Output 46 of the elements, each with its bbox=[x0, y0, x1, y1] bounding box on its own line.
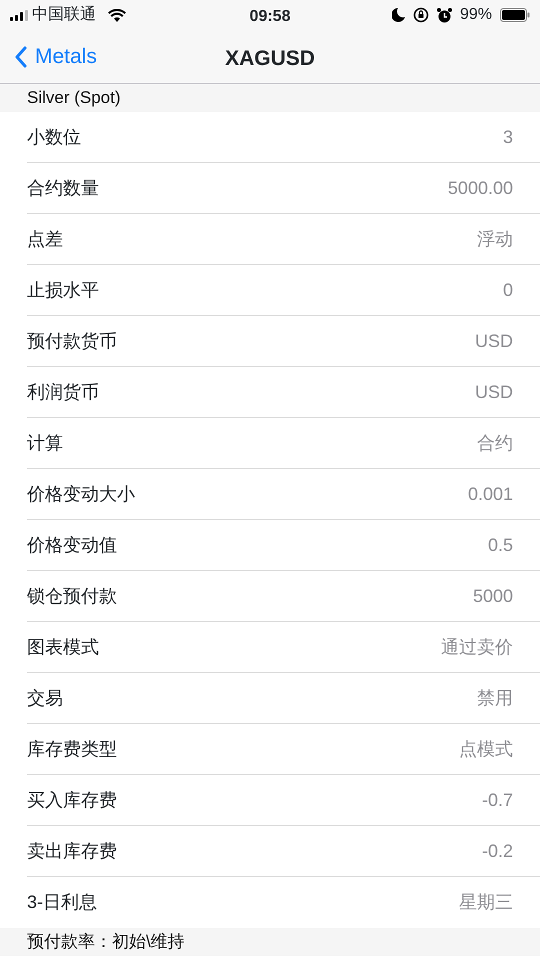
row-value: 浮动 bbox=[477, 228, 513, 250]
row-value: -0.7 bbox=[482, 788, 513, 812]
row-label: 买入库存费 bbox=[27, 788, 117, 812]
row-label: 计算 bbox=[27, 432, 63, 454]
row-value: 3 bbox=[502, 126, 513, 148]
time-label: 09:58 bbox=[250, 7, 290, 27]
row-value: 5000 bbox=[472, 584, 513, 608]
row-label: 点差 bbox=[27, 228, 63, 250]
row-label: 价格变动大小 bbox=[27, 482, 135, 506]
section-header: Silver (Spot) bbox=[0, 84, 540, 112]
row-label: 库存费类型 bbox=[27, 738, 117, 760]
row-label: 锁仓预付款 bbox=[27, 584, 117, 608]
rotation-lock-icon bbox=[412, 7, 429, 23]
page-title: XAGUSD bbox=[225, 46, 315, 72]
row-value: USD bbox=[474, 330, 513, 352]
row-label: 交易 bbox=[27, 686, 63, 710]
row-label: 合约数量 bbox=[27, 176, 99, 200]
section-header: 预付款率：初始\维持 bbox=[0, 928, 540, 956]
row-label: 利润货币 bbox=[27, 380, 99, 404]
row-value: -0.2 bbox=[482, 840, 513, 862]
alarm-icon bbox=[436, 8, 452, 22]
row-value: 合约 bbox=[477, 432, 513, 454]
battery-icon bbox=[500, 8, 530, 22]
row-label: 小数位 bbox=[27, 126, 81, 148]
moon-icon bbox=[392, 8, 405, 22]
row-value: 通过卖价 bbox=[441, 636, 513, 658]
row-value: 禁用 bbox=[477, 686, 513, 710]
row-value: 点模式 bbox=[459, 738, 513, 760]
signal-icon bbox=[10, 10, 28, 20]
row-value: 星期三 bbox=[459, 891, 513, 914]
row-value: 0 bbox=[502, 278, 513, 302]
wifi-icon bbox=[108, 8, 126, 22]
carrier-name: 中国联通 bbox=[32, 4, 96, 25]
row-value: 0.001 bbox=[468, 482, 513, 506]
row-label: 3-日利息 bbox=[27, 891, 98, 914]
back-button[interactable]: Metals bbox=[0, 30, 97, 84]
row-value: USD bbox=[474, 380, 513, 404]
row-label: 图表模式 bbox=[27, 636, 99, 658]
row-label: 预付款货币 bbox=[27, 330, 117, 352]
row-value: 5000.00 bbox=[448, 176, 513, 200]
row-label: 卖出库存费 bbox=[27, 840, 117, 862]
row-value: 0.5 bbox=[488, 534, 513, 556]
chevron-left-icon bbox=[14, 46, 27, 68]
row-label: 价格变动值 bbox=[27, 534, 117, 556]
row-label: 止损水平 bbox=[27, 278, 99, 302]
battery-percent: 99% bbox=[460, 5, 492, 25]
